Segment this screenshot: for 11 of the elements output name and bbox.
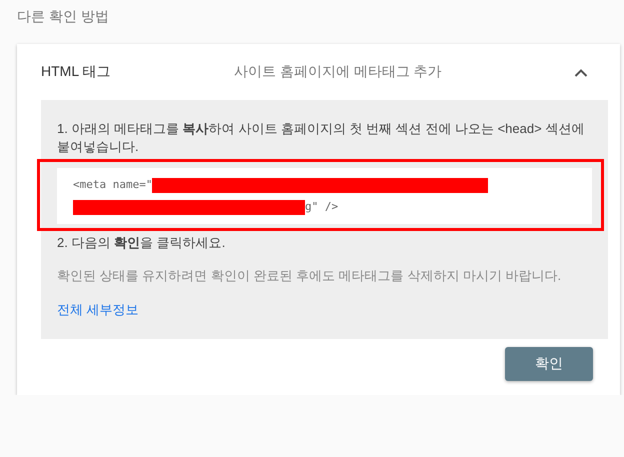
section-title: 다른 확인 방법 <box>17 8 110 26</box>
method-title: HTML 태그 <box>41 63 112 81</box>
instruction-text: 1. 아래의 메타태그를 복사하여 사이트 홈페이지의 첫 번째 섹션 전에 나오는 <head> 섹션에 붙여넣습니다. <box>57 120 586 156</box>
method-subtitle: 사이트 홈페이지에 메타태그 추가 <box>234 63 443 81</box>
instruction-text: 2. 다음의 확인을 클릭하세요. <box>57 234 226 252</box>
details-link[interactable]: 전체 세부정보 <box>57 301 139 319</box>
confirm-button[interactable]: 확인 <box>505 347 593 381</box>
code-text: <meta name=" <box>73 177 152 193</box>
chevron-icon[interactable] <box>574 68 588 76</box>
note-text: 확인된 상태를 유지하려면 확인이 완료된 후에도 메타태그를 삭제하지 마시기 바랍니다. <box>57 267 562 285</box>
code-text: g" /> <box>305 199 338 215</box>
